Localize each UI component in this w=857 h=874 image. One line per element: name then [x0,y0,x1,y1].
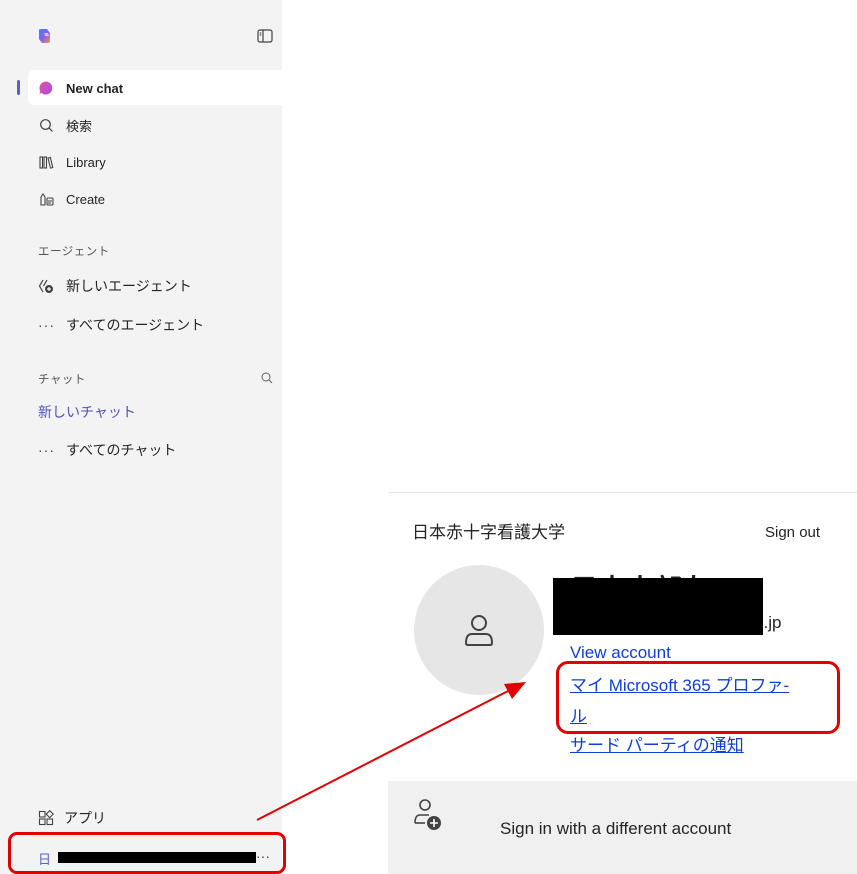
sidebar: New chat 検索 Library Create エージェント 新しいエージ… [0,0,282,874]
new-chat-label: New chat [66,80,124,96]
more-horizontal-icon: ··· [38,442,55,458]
agents-section-heading: エージェント [38,246,110,258]
chat-bubble-icon [38,80,54,96]
all-agents-item[interactable]: ··· すべてのエージェント [38,314,204,336]
create-icon [38,191,54,207]
all-agents-label: すべてのエージェント [66,317,205,333]
sign-out-button[interactable]: Sign out [765,524,820,541]
chats-section-heading: チャット [38,374,86,386]
person-icon [464,615,494,646]
create-label: Create [66,191,106,207]
new-chat-item[interactable]: New chat [38,77,123,99]
highlight-box-account [8,832,286,874]
search-label: 検索 [66,118,93,134]
redaction-bar [553,578,763,635]
library-icon [38,154,54,170]
new-agent-label: 新しいエージェント [66,278,192,294]
library-label: Library [66,154,106,170]
apps-grid-icon [38,809,55,826]
apps-label: アプリ [64,810,106,826]
search-icon [38,117,54,133]
avatar [414,565,544,695]
view-account-link[interactable]: View account [570,643,671,663]
active-indicator [17,80,20,95]
all-chats-label: すべてのチャット [66,442,177,458]
highlight-box-profile [556,661,840,734]
all-chats-item[interactable]: ··· すべてのチャット [38,439,176,461]
search-item[interactable]: 検索 [38,114,92,136]
library-item[interactable]: Library [38,151,106,173]
recent-chat-item[interactable]: 新しいチャット [38,402,136,422]
new-agent-icon [38,278,54,294]
copilot-logo-icon[interactable] [36,27,54,45]
add-person-icon [414,799,441,830]
chat-search-icon[interactable] [260,371,274,385]
create-item[interactable]: Create [38,188,105,210]
sign-in-different-account-label: Sign in with a different account [500,819,732,838]
apps-item[interactable]: アプリ [38,808,106,828]
more-horizontal-icon: ··· [38,317,55,333]
organization-name: 日本赤十字看護大学 [412,523,565,542]
sidebar-toggle-icon[interactable] [257,29,273,43]
new-agent-item[interactable]: 新しいエージェント [38,275,192,297]
third-party-notice-link[interactable]: サード パーティの通知 [570,731,744,756]
